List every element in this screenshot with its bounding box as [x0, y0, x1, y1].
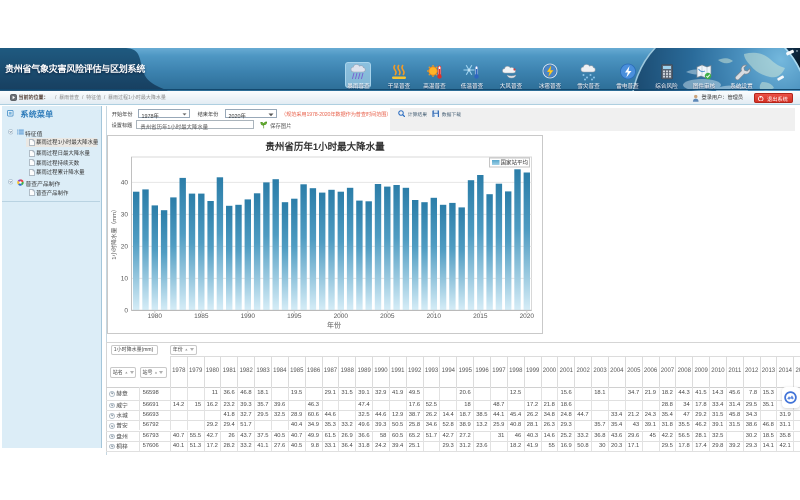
svg-text:1985: 1985 — [194, 313, 209, 320]
svg-text:2005: 2005 — [380, 313, 395, 320]
svg-text:40: 40 — [121, 180, 129, 187]
svg-text:2015: 2015 — [473, 313, 488, 320]
svg-text:30: 30 — [121, 212, 129, 219]
svg-text:1990: 1990 — [241, 313, 256, 320]
svg-text:0: 0 — [124, 308, 128, 315]
svg-text:2020: 2020 — [520, 313, 535, 320]
svg-text:10: 10 — [121, 276, 129, 283]
svg-text:1小时降水量（mm）: 1小时降水量（mm） — [110, 206, 118, 259]
svg-text:2010: 2010 — [427, 313, 442, 320]
svg-text:1995: 1995 — [287, 313, 302, 320]
svg-text:年份: 年份 — [327, 321, 341, 330]
svg-text:2000: 2000 — [334, 313, 349, 320]
svg-text:1980: 1980 — [148, 313, 163, 320]
svg-text:国家站平均: 国家站平均 — [501, 159, 529, 167]
svg-text:20: 20 — [121, 244, 129, 251]
